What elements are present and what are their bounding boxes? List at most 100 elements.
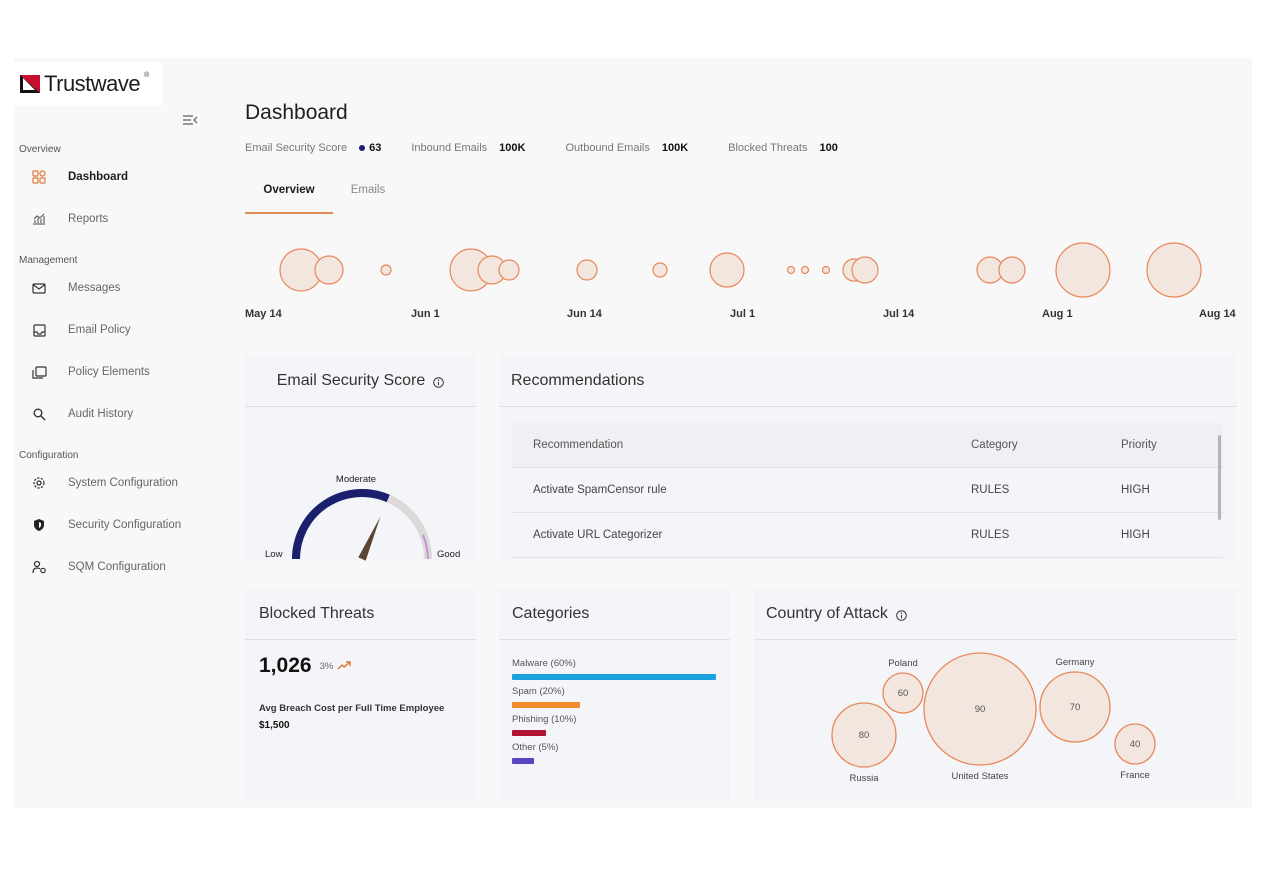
card-header: Country of Attack — [754, 588, 1237, 640]
priority-cell: HIGH — [1120, 512, 1223, 558]
country-value: 60 — [898, 688, 909, 699]
scrollbar[interactable] — [1218, 435, 1221, 520]
metric-value: 63 — [369, 142, 382, 154]
country-value: 70 — [1070, 702, 1081, 713]
recommendation-cell: Activate SpamCensor rule — [512, 467, 970, 513]
metric-value: 100K — [499, 142, 526, 154]
shield-icon — [28, 517, 50, 533]
gear-icon — [28, 475, 50, 491]
category-label: Other (5%) — [512, 742, 559, 753]
country-value: 40 — [1130, 739, 1141, 750]
sidebar-section-configuration: Configuration — [19, 450, 79, 461]
timeline-bubble[interactable] — [851, 256, 879, 284]
card-title: Email Security Score — [276, 371, 426, 389]
timeline-bubble[interactable] — [314, 255, 344, 285]
timeline-tick: May 14 — [245, 308, 283, 320]
sidebar-item-label: Audit History — [68, 408, 134, 420]
table-row[interactable]: Activate URL Categorizer RULES HIGH — [512, 512, 1223, 558]
avg-breach-label: Avg Breach Cost per Full Time Employee — [259, 703, 445, 714]
tab-overview[interactable]: Overview — [245, 172, 333, 214]
category-cell: RULES — [970, 512, 1120, 558]
timeline-bubble[interactable] — [380, 264, 392, 276]
info-icon[interactable] — [433, 375, 445, 388]
timeline-bubble[interactable] — [1055, 242, 1111, 298]
user-gear-icon — [28, 559, 50, 575]
mail-icon — [28, 280, 50, 296]
timeline-tick: Jul 14 — [883, 308, 915, 320]
blocked-threats-summary: 1,026 3% — [259, 654, 351, 678]
sidebar-item-reports[interactable]: Reports — [28, 206, 218, 232]
timeline-bubble[interactable] — [652, 262, 668, 278]
sidebar-item-label: System Configuration — [68, 477, 178, 489]
timeline-bubble[interactable] — [1146, 242, 1202, 298]
timeline-bubble[interactable] — [998, 256, 1026, 284]
category-bar[interactable] — [512, 674, 716, 680]
blocked-threats-card: Blocked Threats 1,026 3% Avg Breach Cost… — [245, 588, 476, 800]
metric-value: 100K — [661, 142, 689, 154]
registered-mark: ® — [144, 72, 150, 79]
country-name: Germany — [1055, 657, 1094, 668]
metric-value: 100 — [819, 142, 838, 154]
sidebar-item-audit-history[interactable]: Audit History — [28, 401, 218, 427]
categories-card: Categories Malware (60%) Spam (20%) Phishi… — [499, 588, 730, 800]
category-cell: RULES — [970, 467, 1120, 513]
sidebar-item-label: SQM Configuration — [68, 561, 166, 573]
timeline-bubble[interactable] — [576, 259, 598, 281]
score-dot-icon — [359, 145, 366, 151]
sidebar-item-messages[interactable]: Messages — [28, 275, 218, 301]
tab-emails[interactable]: Emails — [345, 172, 391, 212]
category-label: Spam (20%) — [512, 686, 565, 697]
card-header: Categories — [499, 588, 730, 640]
page-title: Dashboard — [245, 101, 348, 124]
column-header: Recommendation — [512, 423, 970, 468]
timeline-bubble[interactable] — [800, 265, 810, 275]
timeline-bubble[interactable] — [786, 265, 796, 275]
security-gauge: Moderate Low Good — [265, 474, 460, 561]
brand-name: Trustwave — [44, 71, 141, 96]
category-bar[interactable] — [512, 702, 580, 708]
sidebar-item-security-configuration[interactable]: Security Configuration — [28, 512, 218, 538]
country-name: United States — [951, 771, 1008, 782]
sidebar-item-label: Email Policy — [68, 324, 131, 336]
category-bar[interactable] — [512, 730, 546, 736]
table-row[interactable]: Activate SpamCensor rule RULES HIGH — [512, 467, 1223, 513]
timeline-bubble-chart: May 14 Jun 1 Jun 14 Jul 1 Jul 14 Aug 1 A… — [245, 242, 1237, 320]
sidebar-item-email-policy[interactable]: Email Policy — [28, 317, 218, 343]
search-icon — [28, 406, 50, 422]
metric-label: Email Security Score — [245, 142, 348, 154]
country-name: France — [1120, 770, 1150, 781]
country-value: 90 — [975, 704, 986, 715]
trending-up-icon — [337, 657, 351, 675]
sidebar-section-management: Management — [19, 255, 78, 266]
card-header: Blocked Threats — [245, 588, 476, 640]
recommendation-cell: Activate URL Categorizer — [512, 512, 970, 558]
timeline-bubble[interactable] — [821, 265, 831, 275]
card-title: Recommendations — [511, 371, 645, 389]
sidebar-item-sqm-configuration[interactable]: SQM Configuration — [28, 554, 218, 580]
metric-label: Blocked Threats — [728, 142, 808, 154]
metric-label: Outbound Emails — [565, 142, 650, 154]
sidebar-item-label: Messages — [68, 282, 121, 294]
inbox-icon — [28, 322, 50, 338]
gauge-high-label: Good — [437, 549, 460, 560]
timeline-bubble[interactable] — [498, 259, 520, 281]
recommendations-card: Recommendations Recommendation Category … — [499, 355, 1237, 561]
card-title: Blocked Threats — [259, 604, 375, 622]
collapse-menu-icon[interactable] — [181, 113, 199, 127]
timeline-tick: Aug 1 — [1042, 308, 1073, 320]
sidebar-item-dashboard[interactable]: Dashboard — [28, 164, 218, 190]
reports-icon — [28, 211, 50, 227]
dashboard-icon — [28, 169, 50, 185]
blocked-threats-value: 1,026 — [259, 654, 312, 677]
timeline-tick: Jun 14 — [567, 308, 603, 320]
category-label: Malware (60%) — [512, 658, 576, 669]
timeline-tick: Jun 1 — [411, 308, 440, 320]
column-header: Priority — [1120, 423, 1223, 468]
sidebar-item-policy-elements[interactable]: Policy Elements — [28, 359, 218, 385]
sidebar-item-label: Security Configuration — [68, 519, 182, 531]
table-header-row: Recommendation Category Priority — [512, 423, 1223, 468]
timeline-bubble[interactable] — [709, 252, 745, 288]
sidebar-item-system-configuration[interactable]: System Configuration — [28, 470, 218, 496]
info-icon[interactable] — [896, 608, 907, 621]
category-bar[interactable] — [512, 758, 534, 764]
